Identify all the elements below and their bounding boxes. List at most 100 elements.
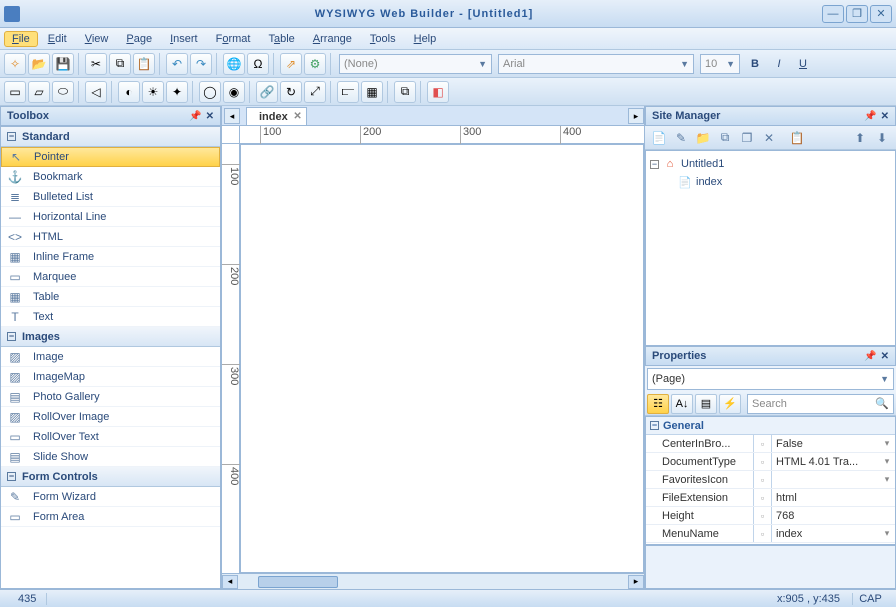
tool-form-wizard[interactable]: ✎Form Wizard bbox=[1, 487, 220, 507]
tool-expand-icon[interactable]: ⤢ bbox=[304, 81, 326, 103]
bold-button[interactable]: B bbox=[744, 53, 766, 75]
tool-grid-icon[interactable]: ▦ bbox=[361, 81, 383, 103]
tool-marquee[interactable]: ▭Marquee bbox=[1, 267, 220, 287]
undo-button[interactable]: ↶ bbox=[166, 53, 188, 75]
tool-brightness-icon[interactable]: ☀ bbox=[142, 81, 164, 103]
publish-button[interactable]: ⇗ bbox=[280, 53, 302, 75]
tool-ellipse-icon[interactable]: ⬭ bbox=[52, 81, 74, 103]
collapse-icon[interactable]: − bbox=[650, 160, 659, 169]
scroll-right-button[interactable]: ▸ bbox=[628, 575, 644, 589]
tool-color-icon[interactable]: ◧ bbox=[427, 81, 449, 103]
symbol-button[interactable]: Ω bbox=[247, 53, 269, 75]
underline-button[interactable]: U bbox=[792, 53, 814, 75]
collapse-icon[interactable]: − bbox=[650, 421, 659, 430]
tab-close-icon[interactable]: ✕ bbox=[293, 111, 301, 122]
close-button[interactable]: ✕ bbox=[870, 5, 892, 23]
tool-align-icon[interactable]: ⫍ bbox=[337, 81, 359, 103]
scroll-left-button[interactable]: ◂ bbox=[222, 575, 238, 589]
preview-button[interactable]: 🌐 bbox=[223, 53, 245, 75]
site-tree[interactable]: − ⌂ Untitled1 📄 index bbox=[645, 150, 896, 346]
category-standard[interactable]: −Standard bbox=[1, 127, 220, 147]
new-button[interactable]: ✧ bbox=[4, 53, 26, 75]
category-images[interactable]: −Images bbox=[1, 327, 220, 347]
open-button[interactable]: 📂 bbox=[28, 53, 50, 75]
tool-refresh-icon[interactable]: ↻ bbox=[280, 81, 302, 103]
scroll-thumb[interactable] bbox=[258, 576, 338, 588]
style-select[interactable]: (None)▼ bbox=[339, 54, 492, 74]
tool-bookmark[interactable]: ⚓Bookmark bbox=[1, 167, 220, 187]
tool-rollover-image[interactable]: ▨RollOver Image bbox=[1, 407, 220, 427]
close-panel-icon[interactable]: ✕ bbox=[881, 111, 889, 122]
tool-group-icon[interactable]: ⧉ bbox=[394, 81, 416, 103]
prop-events-button[interactable]: ⚡ bbox=[719, 394, 741, 414]
site-down-icon[interactable]: ⬇ bbox=[872, 128, 892, 148]
prop-documenttype[interactable]: DocumentType▫HTML 4.01 Tra...▾ bbox=[646, 453, 895, 471]
prop-centerinbro[interactable]: CenterInBro...▫False▾ bbox=[646, 435, 895, 453]
tool-horizontal-line[interactable]: —Horizontal Line bbox=[1, 207, 220, 227]
tool-photo-gallery[interactable]: ▤Photo Gallery bbox=[1, 387, 220, 407]
tree-page-index[interactable]: 📄 index bbox=[678, 173, 891, 191]
prop-categorized-button[interactable]: ☷ bbox=[647, 394, 669, 414]
menu-file[interactable]: File bbox=[4, 31, 38, 47]
site-new-icon[interactable]: 📄 bbox=[649, 128, 669, 148]
prop-category-general[interactable]: − General bbox=[646, 417, 895, 435]
site-edit-icon[interactable]: ✎ bbox=[671, 128, 691, 148]
pin-icon[interactable]: 📌 bbox=[864, 111, 876, 122]
tool-form-area[interactable]: ▭Form Area bbox=[1, 507, 220, 527]
fontsize-select[interactable]: 10▼ bbox=[700, 54, 740, 74]
canvas[interactable] bbox=[240, 144, 644, 573]
site-folder-icon[interactable]: 📁 bbox=[693, 128, 713, 148]
tool-image[interactable]: ▨Image bbox=[1, 347, 220, 367]
properties-object-select[interactable]: (Page)▼ bbox=[647, 368, 894, 390]
site-up-icon[interactable]: ⬆ bbox=[850, 128, 870, 148]
tab-next-button[interactable]: ▸ bbox=[628, 108, 644, 124]
save-button[interactable]: 💾 bbox=[52, 53, 74, 75]
tool-pointer[interactable]: ↖Pointer bbox=[1, 147, 220, 167]
prop-group-button[interactable]: ▤ bbox=[695, 394, 717, 414]
site-copy-icon[interactable]: ⧉ bbox=[715, 128, 735, 148]
copy-button[interactable]: ⧉ bbox=[109, 53, 131, 75]
tool-circle-icon[interactable]: ◯ bbox=[199, 81, 221, 103]
property-grid[interactable]: − General CenterInBro...▫False▾DocumentT… bbox=[645, 416, 896, 545]
tool-table[interactable]: ▦Table bbox=[1, 287, 220, 307]
category-form-controls[interactable]: −Form Controls bbox=[1, 467, 220, 487]
tool-shape-icon[interactable]: ▱ bbox=[28, 81, 50, 103]
close-panel-icon[interactable]: ✕ bbox=[881, 351, 889, 362]
tool-imagemap[interactable]: ▨ImageMap bbox=[1, 367, 220, 387]
menu-page[interactable]: Page bbox=[118, 31, 160, 47]
search-icon[interactable]: 🔍 bbox=[875, 397, 889, 410]
pin-icon[interactable]: 📌 bbox=[189, 111, 201, 122]
tool-link-icon[interactable]: 🔗 bbox=[256, 81, 278, 103]
tree-root[interactable]: − ⌂ Untitled1 bbox=[650, 155, 891, 173]
scrollbar-horizontal[interactable]: ◂ ▸ bbox=[222, 573, 644, 589]
paste-button[interactable]: 📋 bbox=[133, 53, 155, 75]
tool-bulleted-list[interactable]: ≣Bulleted List bbox=[1, 187, 220, 207]
prop-menuname[interactable]: MenuName▫index▾ bbox=[646, 525, 895, 543]
font-select[interactable]: Arial▼ bbox=[498, 54, 694, 74]
pin-icon[interactable]: 📌 bbox=[864, 351, 876, 362]
tool-rollover-text[interactable]: ▭RollOver Text bbox=[1, 427, 220, 447]
tool-contrast-icon[interactable]: ◐ bbox=[118, 81, 140, 103]
site-props-icon[interactable]: 📋 bbox=[787, 128, 807, 148]
italic-button[interactable]: I bbox=[768, 53, 790, 75]
tool-slide-show[interactable]: ▤Slide Show bbox=[1, 447, 220, 467]
cut-button[interactable]: ✂ bbox=[85, 53, 107, 75]
menu-arrange[interactable]: Arrange bbox=[305, 31, 360, 47]
tool-inline-frame[interactable]: ▦Inline Frame bbox=[1, 247, 220, 267]
prop-alpha-button[interactable]: A↓ bbox=[671, 394, 693, 414]
tool-html[interactable]: <>HTML bbox=[1, 227, 220, 247]
tab-prev-button[interactable]: ◂ bbox=[224, 108, 240, 124]
redo-button[interactable]: ↷ bbox=[190, 53, 212, 75]
prop-search-input[interactable]: Search🔍 bbox=[747, 394, 894, 414]
menu-insert[interactable]: Insert bbox=[162, 31, 206, 47]
maximize-button[interactable]: ❐ bbox=[846, 5, 868, 23]
tab-index[interactable]: index✕ bbox=[246, 107, 307, 125]
tool-flip-icon[interactable]: ◁ bbox=[85, 81, 107, 103]
menu-tools[interactable]: Tools bbox=[362, 31, 404, 47]
menu-view[interactable]: View bbox=[77, 31, 117, 47]
tool-text[interactable]: TText bbox=[1, 307, 220, 327]
minimize-button[interactable]: — bbox=[822, 5, 844, 23]
options-button[interactable]: ⚙ bbox=[304, 53, 326, 75]
prop-height[interactable]: Height▫768 bbox=[646, 507, 895, 525]
prop-fileextension[interactable]: FileExtension▫html bbox=[646, 489, 895, 507]
